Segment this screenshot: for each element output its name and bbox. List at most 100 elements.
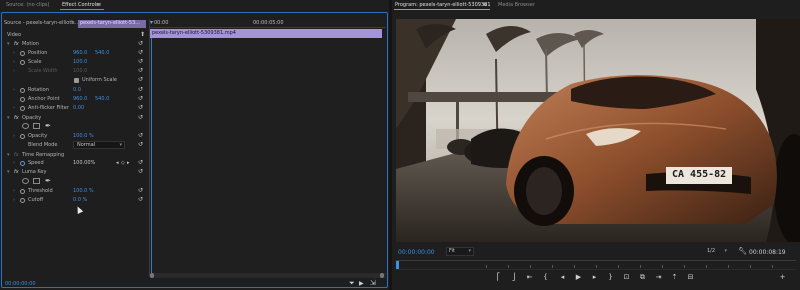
effect-motion[interactable]: ▾ fx Motion ↺ xyxy=(0,40,149,49)
tab-media-browser[interactable]: Media Browser xyxy=(498,2,535,8)
clip-selector[interactable]: pexels-taryn-elliott-53... xyxy=(78,20,146,28)
anti-flicker-value[interactable]: 0.00 xyxy=(73,105,84,111)
pen-mask-icon[interactable]: ✒ xyxy=(45,177,51,185)
comparison-view-icon[interactable]: ⧉ xyxy=(638,274,647,281)
rectangle-mask-icon[interactable] xyxy=(33,178,40,184)
disclosure-icon[interactable]: › xyxy=(13,188,15,194)
step-forward-icon[interactable]: ▸ xyxy=(590,274,599,281)
reset-icon[interactable]: ↺ xyxy=(138,197,145,203)
stopwatch-icon[interactable] xyxy=(20,134,25,139)
fx-icon[interactable]: fx xyxy=(14,169,19,175)
disclosure-icon[interactable]: › xyxy=(13,197,15,203)
stopwatch-icon[interactable] xyxy=(20,106,25,111)
zoom-select[interactable]: Fit ▾ xyxy=(446,247,474,256)
program-video-frame[interactable]: CA 455-82 xyxy=(396,19,800,242)
disclosure-icon[interactable]: › xyxy=(13,105,15,111)
tab-source[interactable]: Source: (no clips) xyxy=(6,2,49,8)
reset-icon[interactable]: ↺ xyxy=(138,87,145,93)
speed-value[interactable]: 100.00% xyxy=(73,160,95,166)
fx-icon[interactable]: fx xyxy=(14,115,19,121)
position-x-value[interactable]: 960.0 xyxy=(73,50,87,56)
reset-icon[interactable]: ↺ xyxy=(138,50,145,56)
reset-icon[interactable]: ↺ xyxy=(138,41,145,47)
panel-menu-icon[interactable]: ≡ xyxy=(483,2,487,8)
mark-out-icon[interactable]: ⎦ xyxy=(509,274,518,281)
playhead-timecode[interactable]: 00:00:00:00 xyxy=(398,249,435,256)
timeline-horizontal-scrollbar[interactable] xyxy=(150,273,386,278)
playhead-handle[interactable] xyxy=(396,261,399,269)
next-keyframe-icon[interactable]: ▸ xyxy=(127,160,130,166)
reset-icon[interactable]: ↺ xyxy=(138,133,145,139)
add-icon[interactable]: + xyxy=(778,274,787,281)
reset-icon[interactable]: ↺ xyxy=(138,160,145,166)
ellipse-mask-icon[interactable] xyxy=(22,178,29,184)
disclosure-icon[interactable]: ▾ xyxy=(7,115,10,121)
reset-icon[interactable]: ↺ xyxy=(138,169,145,175)
anchor-y-value[interactable]: 540.0 xyxy=(95,96,109,102)
stopwatch-icon[interactable] xyxy=(20,60,25,65)
stopwatch-icon[interactable] xyxy=(20,97,25,102)
ellipse-mask-icon[interactable] xyxy=(22,123,29,129)
rectangle-mask-icon[interactable] xyxy=(33,123,40,129)
scale-value[interactable]: 100.0 xyxy=(73,59,87,65)
stopwatch-icon[interactable] xyxy=(20,198,25,203)
footer-timecode[interactable]: 00:00:00:00 xyxy=(5,281,36,287)
effect-luma-key[interactable]: ▾ fx Luma Key ↺ xyxy=(0,168,149,177)
cutoff-value[interactable]: 0.0 % xyxy=(73,197,87,203)
disclosure-icon[interactable]: ▾ xyxy=(7,41,10,47)
fx-icon[interactable]: fx xyxy=(14,41,19,47)
stopwatch-icon[interactable] xyxy=(20,51,25,56)
go-to-in-icon[interactable]: { xyxy=(541,274,550,281)
resolution-select[interactable]: 1/2 ▾ xyxy=(705,247,729,256)
blend-mode-select[interactable]: Normal ▾ xyxy=(73,141,125,149)
overwrite-icon[interactable]: ⇥ xyxy=(654,274,663,281)
lift-icon[interactable]: ⇡ xyxy=(670,274,679,281)
stopwatch-icon[interactable] xyxy=(20,161,25,166)
stopwatch-icon[interactable] xyxy=(20,88,25,93)
disclosure-icon[interactable]: › xyxy=(13,87,15,93)
disclosure-icon[interactable]: ▾ xyxy=(7,152,10,158)
timeline-clip[interactable]: pexels-taryn-elliott-5309381.mp4 xyxy=(150,29,382,38)
uniform-scale-checkbox[interactable] xyxy=(74,78,79,83)
disclosure-icon[interactable]: › xyxy=(13,160,15,166)
pen-mask-icon[interactable]: ✒ xyxy=(45,122,51,130)
reset-icon[interactable]: ↺ xyxy=(138,96,145,102)
playhead-scrubber[interactable] xyxy=(396,260,796,270)
step-back-icon[interactable]: ◂ xyxy=(558,274,567,281)
reset-icon[interactable]: ↺ xyxy=(138,77,145,83)
anchor-x-value[interactable]: 960.0 xyxy=(73,96,87,102)
scroll-right-handle[interactable] xyxy=(380,273,384,278)
disclosure-icon[interactable]: ▾ xyxy=(7,169,10,175)
mark-in-icon[interactable]: ⎡ xyxy=(494,274,503,281)
position-y-value[interactable]: 540.0 xyxy=(95,50,109,56)
tab-effect-controls[interactable]: Effect Controls xyxy=(62,2,99,8)
disclosure-icon[interactable]: › xyxy=(13,133,15,139)
reset-icon[interactable]: ↺ xyxy=(138,68,145,74)
disclosure-icon[interactable]: › xyxy=(13,50,15,56)
previous-keyframe-icon[interactable]: ◂ xyxy=(116,160,119,166)
export-frame-icon[interactable]: ⊡ xyxy=(622,274,631,281)
reset-icon[interactable]: ↺ xyxy=(138,59,145,65)
tab-program[interactable]: Program: pexels-taryn-elliott-5309381 xyxy=(395,2,491,8)
filter-icon[interactable]: ⏷ xyxy=(349,279,355,288)
timeline-playhead-marker[interactable]: ▾ xyxy=(150,19,153,26)
export-icon[interactable]: ⇲ xyxy=(370,279,376,287)
scroll-left-handle[interactable] xyxy=(150,273,154,278)
opacity-value[interactable]: 100.0 % xyxy=(73,133,94,139)
fx-icon[interactable]: fx xyxy=(14,152,19,158)
settings-wrench-icon[interactable]: 🔧︎ xyxy=(738,247,747,255)
add-keyframe-icon[interactable]: ◇ xyxy=(121,160,125,166)
stopwatch-icon[interactable] xyxy=(20,189,25,194)
reset-icon[interactable]: ↺ xyxy=(138,142,145,148)
panel-menu-icon[interactable]: ≡ xyxy=(97,2,101,8)
go-to-out-icon[interactable]: } xyxy=(606,274,615,281)
reset-icon[interactable]: ↺ xyxy=(138,105,145,111)
insert-icon[interactable]: ⇤ xyxy=(525,274,534,281)
source-selector[interactable]: Source - pexels-taryn-elliott... ▾ xyxy=(4,20,78,29)
scroll-up-icon[interactable]: ⬆ xyxy=(140,31,145,38)
extract-icon[interactable]: ⊟ xyxy=(686,274,695,281)
rotation-value[interactable]: 0.0 xyxy=(73,87,81,93)
disclosure-icon[interactable]: › xyxy=(13,59,15,65)
reset-icon[interactable]: ↺ xyxy=(138,115,145,121)
play-icon[interactable]: ▶ xyxy=(574,274,583,281)
